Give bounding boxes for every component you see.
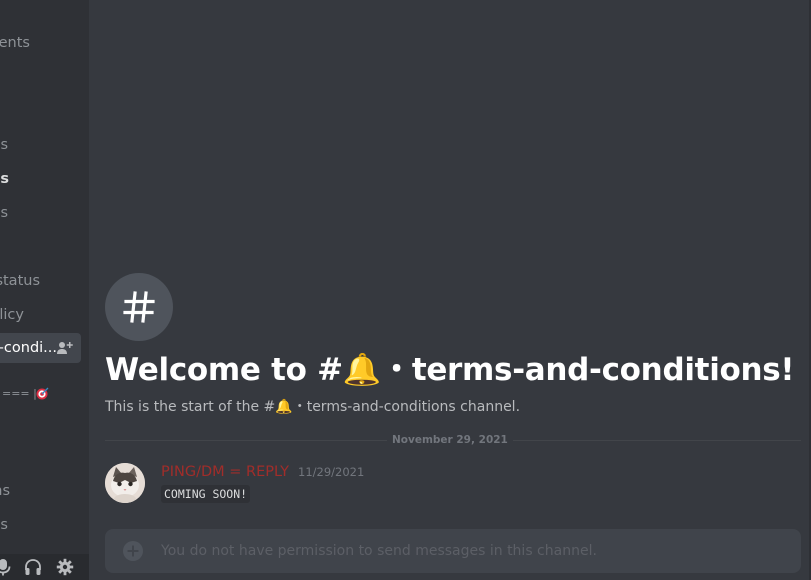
chat-area: Welcome to #🔔・terms-and-conditions! This… (89, 0, 811, 580)
channel-label: licy (0, 307, 24, 323)
date-divider-label: November 29, 2021 (387, 433, 513, 447)
message-author[interactable]: PING/DM = REPLY (161, 463, 289, 481)
sidebar-channel-unread[interactable]: es (0, 164, 82, 194)
cat-avatar-image (105, 463, 145, 503)
sidebar-channel[interactable]: s (0, 198, 82, 228)
channel-label: es (0, 171, 9, 187)
sidebar-divider: === | (0, 385, 89, 403)
channel-label: es (0, 517, 8, 533)
discord-app: ments s es s status licy -condi... == (0, 0, 811, 580)
sidebar-channel[interactable]: s (0, 130, 82, 160)
channel-label: s (0, 205, 8, 221)
divider-text: === | (2, 387, 37, 400)
sidebar-channel[interactable]: ns (0, 476, 82, 506)
microphone-icon[interactable] (0, 558, 12, 576)
message-composer[interactable]: You do not have permission to send messa… (105, 529, 801, 573)
add-member-icon[interactable] (57, 341, 73, 355)
sidebar-channel-announcements[interactable]: ments (0, 28, 82, 58)
add-attachment-icon[interactable] (122, 540, 144, 562)
avatar[interactable] (105, 463, 145, 503)
settings-icon[interactable] (56, 558, 74, 576)
channel-label: -condi... (0, 340, 57, 356)
channel-label: ments (0, 35, 30, 51)
message-timestamp: 11/29/2021 (298, 465, 365, 479)
channel-label: s (0, 137, 8, 153)
channel-start-text: This is the start of the #🔔・terms-and-co… (105, 399, 521, 415)
message-content-code: COMING SOON! (161, 485, 251, 503)
hash-icon (123, 291, 155, 323)
channel-welcome-title: Welcome to #🔔・terms-and-conditions! (105, 352, 795, 388)
headphones-icon[interactable] (24, 558, 42, 576)
channel-label: status (0, 273, 40, 289)
user-controls (0, 554, 89, 580)
sidebar-channel[interactable]: es (0, 510, 82, 540)
channel-hash-badge (105, 273, 173, 341)
sidebar-channel-status[interactable]: status (0, 266, 82, 296)
sidebar-channel-policy[interactable]: licy (0, 300, 82, 330)
channel-sidebar: ments s es s status licy -condi... == (0, 0, 89, 580)
composer-placeholder: You do not have permission to send messa… (161, 543, 597, 559)
sidebar-channel-terms-and-conditions[interactable]: -condi... (0, 333, 81, 363)
dart-icon (36, 387, 49, 400)
channel-label: ns (0, 483, 10, 499)
